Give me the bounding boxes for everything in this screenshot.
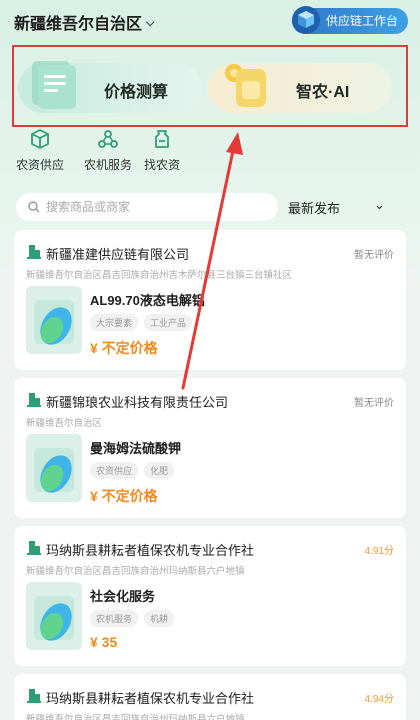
fertilizer-bag-icon [155,130,169,148]
workbench-cube-icon [291,6,320,34]
tag-list: 大宗要素 工业产品 [90,314,193,331]
nav-agri-supply[interactable]: 农资供应 [8,128,72,173]
nav-find-supplies[interactable]: 找农资 [130,128,194,173]
price-calculation-card[interactable]: 价格测算 [18,61,202,113]
nav-label: 农机服务 [83,158,132,172]
smart-agriculture-ai-card[interactable]: 智农·AI [208,63,392,113]
rating: 4.91分 [364,546,394,557]
supply-chain-workbench-button[interactable]: 供应链工作台 [291,6,408,34]
product-thumbnail [26,582,82,650]
list-item[interactable]: 玛纳斯县耕耘者植保农机专业合作社 4.94分 新疆维吾尔自治区昌吉回族自治州玛纳… [14,674,406,720]
tag: 化肥 [144,462,175,479]
feature-highlight-box: 价格测算 智农·AI [12,45,408,127]
category-nav: 农资供应 农机服务 找农资 [0,128,420,184]
tag-list: 农机服务 机耕 [90,610,175,627]
company-name: 新疆锦琅农业科技有限责任公司 [46,395,229,410]
nav-label: 找农资 [143,158,180,172]
tag: 机耕 [144,610,175,627]
tag: 农机服务 [90,610,139,627]
price: ¥ 不定价格 [90,340,158,356]
list-item[interactable]: 新疆锦琅农业科技有限责任公司 暂无评价 新疆维吾尔自治区 曼海姆法硫酸钾 农资供… [14,378,406,518]
company-building-icon [27,245,41,259]
rating: 暂无评价 [354,398,394,409]
list-item[interactable]: 玛纳斯县耕耘者植保农机专业合作社 4.91分 新疆维吾尔自治区昌吉回族自治州玛纳… [14,526,406,666]
tag-list: 农资供应 化肥 [90,462,175,479]
price: ¥ 35 [90,634,118,650]
address: 新疆维吾尔自治区昌吉回族自治州玛纳斯县六户地镇 [26,566,245,577]
company-name: 玛纳斯县耕耘者植保农机专业合作社 [46,691,255,706]
chevron-down-icon: ⌵ [146,16,155,29]
list-item[interactable]: 新疆准建供应链有限公司 暂无评价 新疆维吾尔自治区昌吉回族自治州吉木萨尔县三台镇… [14,230,406,370]
company-building-icon [27,689,41,703]
product-thumbnail [26,286,82,354]
header: 新疆维吾尔自治区 ⌵ 供应链工作台 [0,0,420,42]
smart-agriculture-ai-label: 智农·AI [296,84,350,101]
address: 新疆维吾尔自治区 [26,418,103,429]
region-selector[interactable]: 新疆维吾尔自治区 ⌵ [14,10,154,34]
search-box[interactable] [16,193,278,221]
people-network-icon [98,130,118,148]
product-name: AL99.70液态电解铝 [90,293,205,308]
tag: 农资供应 [90,462,139,479]
company-building-icon [27,541,41,555]
address: 新疆维吾尔自治区昌吉回族自治州玛纳斯县六户地镇 [26,714,245,720]
product-thumbnail [26,434,82,502]
document-stack-icon [32,61,76,109]
product-name: 曼海姆法硫酸钾 [90,441,182,456]
product-placeholder-icon [34,596,74,641]
rating: 暂无评价 [354,250,394,261]
product-placeholder-icon [34,448,74,493]
workbench-label: 供应链工作台 [325,14,398,28]
company-building-icon [27,393,41,407]
price: ¥ 不定价格 [90,488,158,504]
company-name: 玛纳斯县耕耘者植保农机专业合作社 [46,543,255,558]
search-input[interactable] [46,200,246,214]
company-name: 新疆准建供应链有限公司 [46,247,190,262]
tag: 工业产品 [144,314,193,331]
chevron-down-icon[interactable]: ⌄ [374,197,385,213]
search-row: 最新发布 ⌄ [0,193,420,223]
product-placeholder-icon [34,300,74,345]
search-icon [28,201,40,213]
ai-bag-icon [225,64,266,107]
cube-icon [31,129,49,149]
price-calculation-label: 价格测算 [104,84,169,101]
rating: 4.94分 [364,694,394,705]
address: 新疆维吾尔自治区昌吉回族自治州吉木萨尔县三台镇三台镇社区 [26,270,293,281]
region-label: 新疆维吾尔自治区 [14,16,143,33]
tag: 大宗要素 [90,314,139,331]
nav-label: 农资供应 [15,158,64,172]
product-name: 社会化服务 [90,589,156,604]
sort-dropdown[interactable]: 最新发布 [288,198,340,217]
